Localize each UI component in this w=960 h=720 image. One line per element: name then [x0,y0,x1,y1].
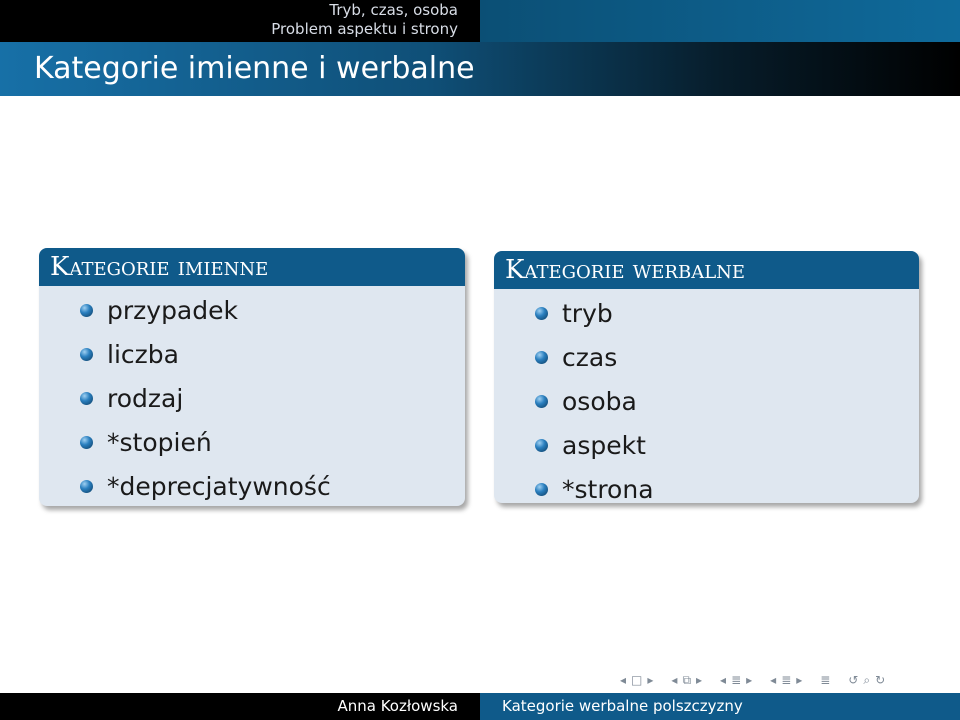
list-item: *deprecjatywność [39,466,465,506]
list-item-label: *deprecjatywność [107,472,331,501]
nav-section-icon[interactable]: ≣ [781,670,791,690]
list-item-label: *strona [562,475,654,503]
list-item: tryb [494,293,919,337]
list-item-label: tryb [562,299,613,328]
section-navigation: Tryb, czas, osoba Problem aspektu i stro… [271,1,458,39]
list-item-label: czas [562,343,618,372]
list-item: aspekt [494,425,919,469]
nav-next-section-icon[interactable]: ▸ [796,670,802,690]
nav-back-icon[interactable]: ↺ [848,670,858,690]
nav-prev-slide-icon[interactable]: ◂ [620,670,626,690]
item-list: tryb czas osoba aspekt *strona [494,289,919,503]
header-strip: Tryb, czas, osoba Problem aspektu i stro… [0,0,960,42]
block-verbal-categories: Kategorie werbalne tryb czas osoba aspek… [494,251,919,503]
list-item: czas [494,337,919,381]
bullet-icon [80,480,93,493]
list-item: liczba [39,334,465,378]
footer-talk-title: Kategorie werbalne polszczyzny [480,693,960,720]
nav-frame-icon[interactable]: ⧉ [682,670,691,690]
nav-next-frame-icon[interactable]: ▸ [696,670,702,690]
block-nominal-categories: Kategorie imienne przypadek liczba rodza… [39,248,465,506]
list-item-label: liczba [107,340,179,369]
item-list: przypadek liczba rodzaj *stopień *deprec… [39,286,465,506]
footer-author: Anna Kozłowska [0,693,480,720]
subsection-name[interactable]: Problem aspektu i strony [271,20,458,39]
bullet-icon [80,392,93,405]
nav-search-icon[interactable]: ⌕ [863,670,870,690]
bullet-icon [535,395,548,408]
bullet-icon [80,436,93,449]
list-item-label: *stopień [107,428,212,457]
nav-next-subsection-icon[interactable]: ▸ [746,670,752,690]
list-item: *stopień [39,422,465,466]
bullet-icon [535,483,548,496]
list-item-label: osoba [562,387,637,416]
nav-slide-icon[interactable]: □ [631,670,642,690]
list-item: przypadek [39,290,465,334]
bullet-icon [535,351,548,364]
list-item-label: aspekt [562,431,646,460]
list-item-label: rodzaj [107,384,184,413]
nav-prev-frame-icon[interactable]: ◂ [671,670,677,690]
list-item-label: przypadek [107,296,238,325]
nav-prev-subsection-icon[interactable]: ◂ [720,670,726,690]
footer: Anna Kozłowska Kategorie werbalne polszc… [0,693,960,720]
nav-prev-section-icon[interactable]: ◂ [770,670,776,690]
bullet-icon [535,307,548,320]
beamer-navigation-bar: ◂ □ ▸ ◂ ⧉ ▸ ◂ ≣ ▸ ◂ ≣ ▸ ≣ ↺ ⌕ ↻ [620,670,885,690]
section-name[interactable]: Tryb, czas, osoba [271,1,458,20]
list-item: rodzaj [39,378,465,422]
block-title: Kategorie imienne [39,248,465,286]
nav-appendix-icon[interactable]: ≣ [820,670,830,690]
header-left-panel: Tryb, czas, osoba Problem aspektu i stro… [0,0,480,42]
list-item: *strona [494,469,919,503]
bullet-icon [80,348,93,361]
nav-next-slide-icon[interactable]: ▸ [647,670,653,690]
bullet-icon [535,439,548,452]
frame-title: Kategorie imienne i werbalne [34,51,475,86]
nav-forward-icon[interactable]: ↻ [875,670,885,690]
frame-title-bar: Kategorie imienne i werbalne [0,42,960,96]
block-title: Kategorie werbalne [494,251,919,289]
header-right-panel [480,0,960,42]
nav-subsection-icon[interactable]: ≣ [731,670,741,690]
list-item: osoba [494,381,919,425]
bullet-icon [80,304,93,317]
